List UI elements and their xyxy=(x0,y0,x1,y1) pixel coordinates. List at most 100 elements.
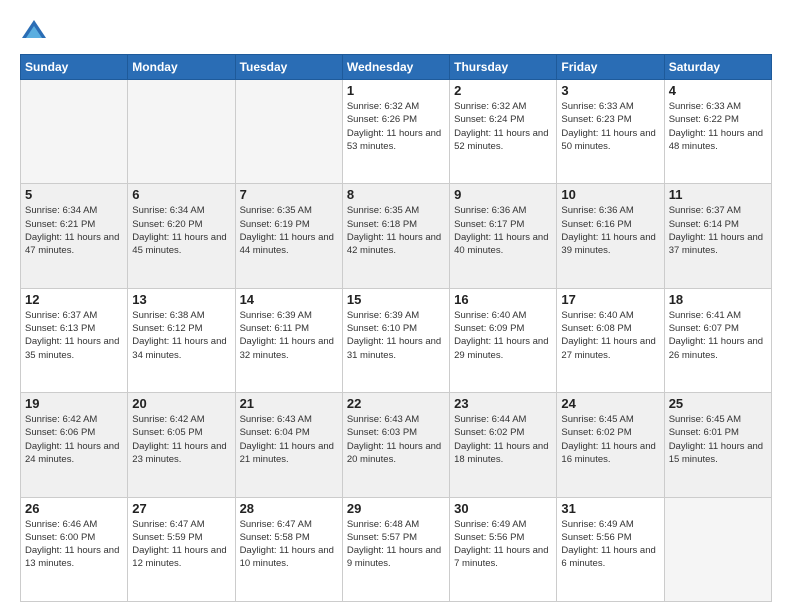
day-cell: 19 Sunrise: 6:42 AM Sunset: 6:06 PM Dayli… xyxy=(21,393,128,497)
logo-icon xyxy=(20,18,48,46)
day-info: Sunrise: 6:33 AM Sunset: 6:23 PM Dayligh… xyxy=(561,100,659,153)
header-cell-tuesday: Tuesday xyxy=(235,55,342,80)
day-number: 15 xyxy=(347,292,445,307)
day-number: 25 xyxy=(669,396,767,411)
day-info: Sunrise: 6:40 AM Sunset: 6:09 PM Dayligh… xyxy=(454,309,552,362)
header-cell-saturday: Saturday xyxy=(664,55,771,80)
day-cell: 15 Sunrise: 6:39 AM Sunset: 6:10 PM Dayli… xyxy=(342,288,449,392)
day-cell: 11Sunrise: 6:37 AM Sunset: 6:14 PM Dayli… xyxy=(664,184,771,288)
day-info: Sunrise: 6:42 AM Sunset: 6:06 PM Dayligh… xyxy=(25,413,123,466)
day-info: Sunrise: 6:42 AM Sunset: 6:05 PM Dayligh… xyxy=(132,413,230,466)
day-info: Sunrise: 6:49 AM Sunset: 5:56 PM Dayligh… xyxy=(454,518,552,571)
day-number: 14 xyxy=(240,292,338,307)
header-cell-friday: Friday xyxy=(557,55,664,80)
day-info: Sunrise: 6:37 AM Sunset: 6:13 PM Dayligh… xyxy=(25,309,123,362)
day-info: Sunrise: 6:35 AM Sunset: 6:18 PM Dayligh… xyxy=(347,204,445,257)
day-number: 21 xyxy=(240,396,338,411)
day-cell xyxy=(664,497,771,601)
week-row-4: 19 Sunrise: 6:42 AM Sunset: 6:06 PM Dayli… xyxy=(21,393,772,497)
day-number: 10 xyxy=(561,187,659,202)
day-cell: 5 Sunrise: 6:34 AM Sunset: 6:21 PM Daylig… xyxy=(21,184,128,288)
day-number: 6 xyxy=(132,187,230,202)
day-number: 16 xyxy=(454,292,552,307)
day-info: Sunrise: 6:43 AM Sunset: 6:04 PM Dayligh… xyxy=(240,413,338,466)
day-cell: 8Sunrise: 6:35 AM Sunset: 6:18 PM Daylig… xyxy=(342,184,449,288)
day-info: Sunrise: 6:46 AM Sunset: 6:00 PM Dayligh… xyxy=(25,518,123,571)
day-cell: 23 Sunrise: 6:44 AM Sunset: 6:02 PM Dayli… xyxy=(450,393,557,497)
day-cell: 6 Sunrise: 6:34 AM Sunset: 6:20 PM Daylig… xyxy=(128,184,235,288)
day-cell: 12Sunrise: 6:37 AM Sunset: 6:13 PM Dayli… xyxy=(21,288,128,392)
day-info: Sunrise: 6:37 AM Sunset: 6:14 PM Dayligh… xyxy=(669,204,767,257)
day-info: Sunrise: 6:39 AM Sunset: 6:10 PM Dayligh… xyxy=(347,309,445,362)
day-number: 7 xyxy=(240,187,338,202)
day-cell: 3 Sunrise: 6:33 AM Sunset: 6:23 PM Daylig… xyxy=(557,80,664,184)
day-cell xyxy=(128,80,235,184)
day-number: 5 xyxy=(25,187,123,202)
day-number: 31 xyxy=(561,501,659,516)
day-cell: 2 Sunrise: 6:32 AM Sunset: 6:24 PM Daylig… xyxy=(450,80,557,184)
day-number: 17 xyxy=(561,292,659,307)
day-cell: 10 Sunrise: 6:36 AM Sunset: 6:16 PM Dayli… xyxy=(557,184,664,288)
day-info: Sunrise: 6:35 AM Sunset: 6:19 PM Dayligh… xyxy=(240,204,338,257)
day-cell xyxy=(235,80,342,184)
day-number: 3 xyxy=(561,83,659,98)
day-number: 19 xyxy=(25,396,123,411)
day-number: 27 xyxy=(132,501,230,516)
day-info: Sunrise: 6:41 AM Sunset: 6:07 PM Dayligh… xyxy=(669,309,767,362)
day-cell: 27 Sunrise: 6:47 AM Sunset: 5:59 PM Dayli… xyxy=(128,497,235,601)
day-info: Sunrise: 6:33 AM Sunset: 6:22 PM Dayligh… xyxy=(669,100,767,153)
day-info: Sunrise: 6:47 AM Sunset: 5:58 PM Dayligh… xyxy=(240,518,338,571)
header-row: SundayMondayTuesdayWednesdayThursdayFrid… xyxy=(21,55,772,80)
day-cell xyxy=(21,80,128,184)
day-info: Sunrise: 6:34 AM Sunset: 6:20 PM Dayligh… xyxy=(132,204,230,257)
day-info: Sunrise: 6:38 AM Sunset: 6:12 PM Dayligh… xyxy=(132,309,230,362)
week-row-3: 12Sunrise: 6:37 AM Sunset: 6:13 PM Dayli… xyxy=(21,288,772,392)
day-number: 30 xyxy=(454,501,552,516)
day-info: Sunrise: 6:44 AM Sunset: 6:02 PM Dayligh… xyxy=(454,413,552,466)
day-cell: 9 Sunrise: 6:36 AM Sunset: 6:17 PM Daylig… xyxy=(450,184,557,288)
header-cell-monday: Monday xyxy=(128,55,235,80)
day-cell: 21 Sunrise: 6:43 AM Sunset: 6:04 PM Dayli… xyxy=(235,393,342,497)
day-cell: 29 Sunrise: 6:48 AM Sunset: 5:57 PM Dayli… xyxy=(342,497,449,601)
day-number: 23 xyxy=(454,396,552,411)
week-row-1: 1Sunrise: 6:32 AM Sunset: 6:26 PM Daylig… xyxy=(21,80,772,184)
day-cell: 25Sunrise: 6:45 AM Sunset: 6:01 PM Dayli… xyxy=(664,393,771,497)
day-number: 24 xyxy=(561,396,659,411)
day-info: Sunrise: 6:39 AM Sunset: 6:11 PM Dayligh… xyxy=(240,309,338,362)
header-cell-thursday: Thursday xyxy=(450,55,557,80)
calendar-table: SundayMondayTuesdayWednesdayThursdayFrid… xyxy=(20,54,772,602)
day-cell: 22Sunrise: 6:43 AM Sunset: 6:03 PM Dayli… xyxy=(342,393,449,497)
day-number: 9 xyxy=(454,187,552,202)
day-cell: 20 Sunrise: 6:42 AM Sunset: 6:05 PM Dayli… xyxy=(128,393,235,497)
day-number: 4 xyxy=(669,83,767,98)
day-info: Sunrise: 6:36 AM Sunset: 6:17 PM Dayligh… xyxy=(454,204,552,257)
day-cell: 28 Sunrise: 6:47 AM Sunset: 5:58 PM Dayli… xyxy=(235,497,342,601)
header-cell-sunday: Sunday xyxy=(21,55,128,80)
day-number: 13 xyxy=(132,292,230,307)
header-cell-wednesday: Wednesday xyxy=(342,55,449,80)
day-info: Sunrise: 6:36 AM Sunset: 6:16 PM Dayligh… xyxy=(561,204,659,257)
day-cell: 17Sunrise: 6:40 AM Sunset: 6:08 PM Dayli… xyxy=(557,288,664,392)
logo xyxy=(20,18,52,46)
day-number: 1 xyxy=(347,83,445,98)
day-number: 22 xyxy=(347,396,445,411)
day-cell: 24Sunrise: 6:45 AM Sunset: 6:02 PM Dayli… xyxy=(557,393,664,497)
day-cell: 18 Sunrise: 6:41 AM Sunset: 6:07 PM Dayli… xyxy=(664,288,771,392)
day-info: Sunrise: 6:32 AM Sunset: 6:24 PM Dayligh… xyxy=(454,100,552,153)
day-number: 20 xyxy=(132,396,230,411)
day-info: Sunrise: 6:48 AM Sunset: 5:57 PM Dayligh… xyxy=(347,518,445,571)
day-number: 2 xyxy=(454,83,552,98)
header xyxy=(20,18,772,46)
page: SundayMondayTuesdayWednesdayThursdayFrid… xyxy=(0,0,792,612)
day-number: 29 xyxy=(347,501,445,516)
day-number: 28 xyxy=(240,501,338,516)
day-cell: 13 Sunrise: 6:38 AM Sunset: 6:12 PM Dayli… xyxy=(128,288,235,392)
day-info: Sunrise: 6:47 AM Sunset: 5:59 PM Dayligh… xyxy=(132,518,230,571)
day-number: 18 xyxy=(669,292,767,307)
day-info: Sunrise: 6:34 AM Sunset: 6:21 PM Dayligh… xyxy=(25,204,123,257)
day-cell: 16 Sunrise: 6:40 AM Sunset: 6:09 PM Dayli… xyxy=(450,288,557,392)
day-info: Sunrise: 6:49 AM Sunset: 5:56 PM Dayligh… xyxy=(561,518,659,571)
week-row-2: 5 Sunrise: 6:34 AM Sunset: 6:21 PM Daylig… xyxy=(21,184,772,288)
day-cell: 4 Sunrise: 6:33 AM Sunset: 6:22 PM Daylig… xyxy=(664,80,771,184)
day-cell: 1Sunrise: 6:32 AM Sunset: 6:26 PM Daylig… xyxy=(342,80,449,184)
